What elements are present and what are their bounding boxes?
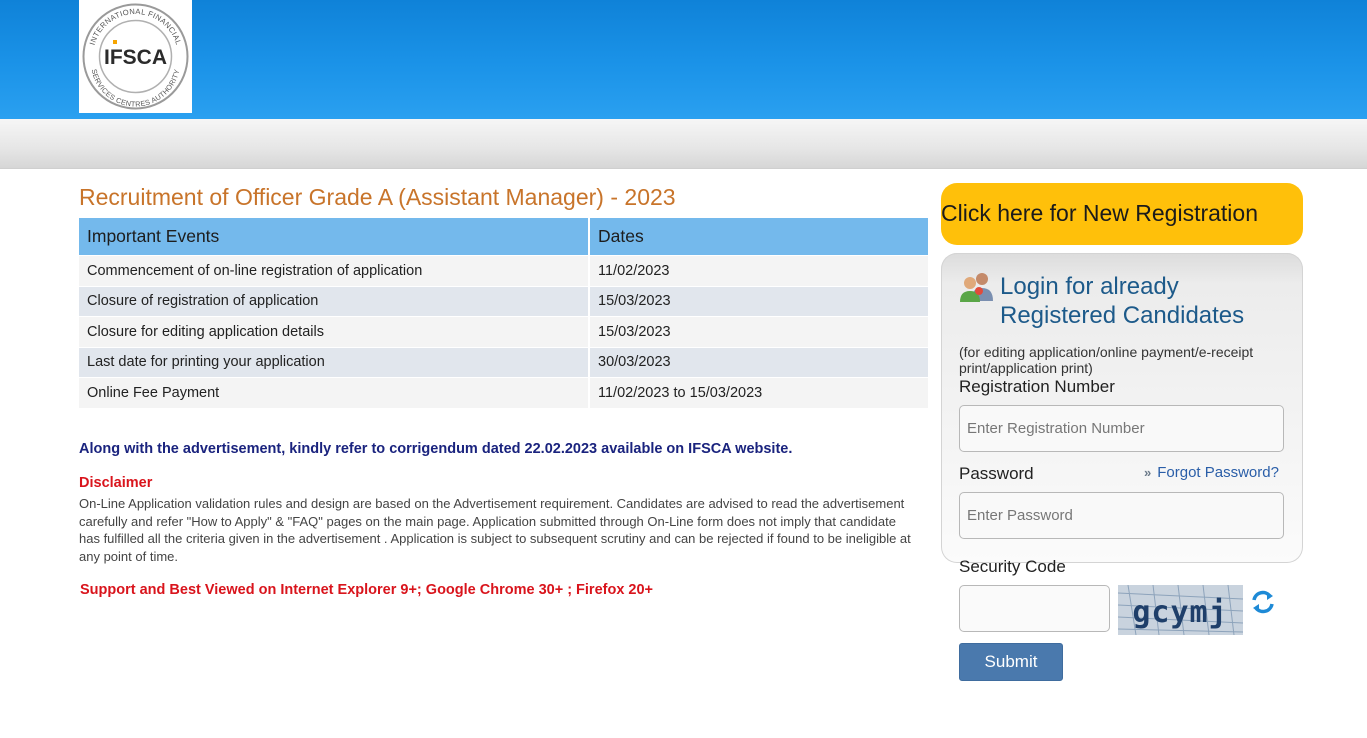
disclaimer-text: On-Line Application validation rules and… (79, 496, 911, 564)
table-row: Commencement of on-line registration of … (79, 255, 928, 286)
new-registration-label: Click here for New Registration (941, 200, 1259, 226)
login-subtitle: (for editing application/online payment/… (959, 344, 1254, 376)
submit-button[interactable]: Submit (959, 643, 1063, 681)
login-title: Login for already Registered Candidates (1000, 273, 1245, 329)
table-row: Closure for editing application details … (79, 316, 928, 347)
captcha-text: gcymj (1132, 595, 1227, 630)
event-cell: Closure of registration of application (79, 285, 588, 316)
events-table: Important Events Dates Commencement of o… (79, 218, 928, 408)
date-cell: 15/03/2023 (588, 316, 928, 347)
logo-text: IFSCA (104, 46, 167, 69)
forgot-password-link[interactable]: » Forgot Password? (1144, 464, 1279, 481)
page-title: Recruitment of Officer Grade A (Assistan… (79, 184, 676, 210)
double-chevron-right-icon: » (1144, 465, 1152, 480)
column-header-events: Important Events (79, 218, 588, 255)
table-row: Last date for printing your application … (79, 346, 928, 377)
event-cell: Last date for printing your application (79, 346, 588, 377)
nav-bar (0, 119, 1367, 169)
table-row: Closure of registration of application 1… (79, 285, 928, 316)
disclaimer-heading: Disclaimer (79, 475, 153, 491)
registration-number-input[interactable] (959, 405, 1284, 452)
corrigendum-notice: Along with the advertisement, kindly ref… (79, 441, 793, 457)
table-row: Online Fee Payment 11/02/2023 to 15/03/2… (79, 377, 928, 408)
new-registration-button[interactable]: Click here for New Registration (941, 183, 1303, 245)
refresh-icon[interactable] (1250, 589, 1276, 615)
date-cell: 30/03/2023 (588, 346, 928, 377)
date-cell: 15/03/2023 (588, 285, 928, 316)
column-header-dates: Dates (588, 218, 928, 255)
security-code-input[interactable] (959, 585, 1110, 632)
event-cell: Online Fee Payment (79, 377, 588, 408)
ifsca-logo[interactable]: INTERNATIONAL FINANCIAL SERVICES CENTRES… (79, 0, 192, 113)
forgot-password-text: Forgot Password? (1157, 464, 1279, 481)
password-input[interactable] (959, 492, 1284, 539)
event-cell: Closure for editing application details (79, 316, 588, 347)
date-cell: 11/02/2023 to 15/03/2023 (588, 377, 928, 408)
captcha-image: gcymj (1118, 585, 1243, 635)
security-code-label: Security Code (959, 557, 1066, 576)
registration-number-label: Registration Number (959, 377, 1115, 396)
password-label: Password (959, 464, 1034, 483)
event-cell: Commencement of on-line registration of … (79, 255, 588, 286)
browser-support-note: Support and Best Viewed on Internet Expl… (80, 582, 654, 598)
header-bar: INTERNATIONAL FINANCIAL SERVICES CENTRES… (0, 0, 1367, 119)
table-header-row: Important Events Dates (79, 218, 928, 255)
users-icon (960, 273, 993, 302)
date-cell: 11/02/2023 (588, 255, 928, 286)
